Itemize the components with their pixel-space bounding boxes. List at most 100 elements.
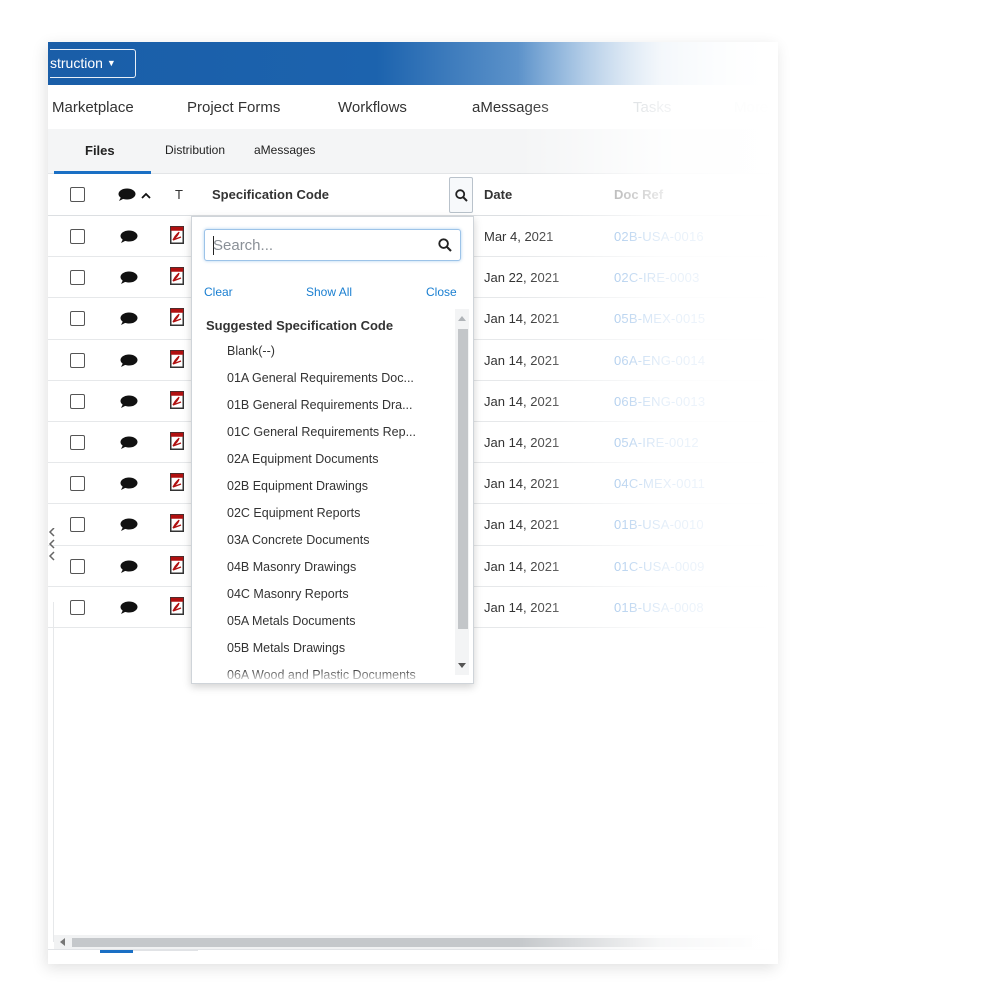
row-date: Jan 14, 2021	[484, 558, 560, 574]
nav-item-workflows[interactable]: Workflows	[338, 99, 407, 116]
clear-link[interactable]: Clear	[204, 285, 233, 299]
pdf-file-icon[interactable]	[170, 267, 184, 290]
row-checkbox[interactable]	[70, 558, 85, 574]
row-doc-ref[interactable]: 01B-USA-0008	[614, 600, 704, 615]
pdf-file-icon[interactable]	[170, 349, 184, 373]
spec-code-option[interactable]: 04B Masonry Drawings	[192, 557, 454, 584]
spec-code-option[interactable]: 01C General Requirements Rep...	[192, 422, 454, 449]
nav-item-project-forms[interactable]: Project Forms	[187, 99, 280, 116]
row-checkbox[interactable]	[70, 517, 85, 533]
comment-icon[interactable]	[120, 312, 138, 331]
pdf-file-icon[interactable]	[170, 226, 184, 249]
row-checkbox[interactable]	[70, 599, 85, 615]
row-doc-ref[interactable]: 06B-ENG-0013	[614, 394, 705, 409]
spec-code-filter-dropdown: Clear Show All Close Suggested Specifica…	[191, 216, 474, 684]
doc-ref-column-header[interactable]: Doc Ref	[614, 187, 663, 202]
project-dropdown[interactable]: struction ▼	[50, 49, 136, 78]
tab-files[interactable]: Files	[85, 143, 115, 158]
options-scrollbar[interactable]	[455, 309, 469, 675]
row-date: Jan 14, 2021	[484, 352, 560, 368]
comment-icon[interactable]	[120, 477, 138, 496]
row-doc-ref[interactable]: 05B-MEX-0015	[614, 311, 705, 326]
row-doc-ref[interactable]: 06A-ENG-0014	[614, 353, 705, 368]
row-doc-ref[interactable]: 01C-USA-0009	[614, 559, 705, 574]
close-link[interactable]: Close	[426, 285, 457, 299]
pdf-file-icon[interactable]	[170, 431, 184, 455]
spec-code-option[interactable]: 02A Equipment Documents	[192, 449, 454, 476]
pdf-file-icon[interactable]	[170, 390, 184, 414]
spec-code-option[interactable]: Blank(--)	[192, 341, 454, 368]
row-checkbox[interactable]	[70, 434, 85, 450]
row-date: Jan 14, 2021	[484, 434, 560, 450]
spec-code-option[interactable]: 02B Equipment Drawings	[192, 476, 454, 503]
pdf-file-icon[interactable]	[170, 555, 184, 579]
row-date: Jan 22, 2021	[484, 270, 560, 286]
search-icon	[455, 189, 468, 202]
comment-icon[interactable]	[120, 395, 138, 414]
tab-distribution[interactable]: Distribution	[165, 143, 225, 157]
comment-icon[interactable]	[120, 230, 138, 249]
scroll-down-arrow-icon[interactable]	[458, 663, 466, 668]
spec-code-option[interactable]: 01A General Requirements Doc...	[192, 368, 454, 395]
bottom-active-tab[interactable]	[100, 950, 133, 953]
row-date: Mar 4, 2021	[484, 229, 554, 244]
show-all-link[interactable]: Show All	[306, 285, 352, 299]
pdf-file-icon[interactable]	[170, 308, 184, 331]
spec-code-option[interactable]: 05B Metals Drawings	[192, 638, 454, 665]
filter-search-input[interactable]	[213, 234, 423, 256]
horizontal-scrollbar-thumb[interactable]	[72, 938, 752, 947]
project-dropdown-label: struction	[50, 55, 103, 71]
filter-actions: Clear Show All Close	[204, 285, 462, 301]
spec-code-option[interactable]: 03A Concrete Documents	[192, 530, 454, 557]
nav-item-tasks[interactable]: Tasks	[633, 99, 671, 116]
collapse-handle-icon[interactable]	[48, 527, 56, 573]
pdf-file-icon[interactable]	[170, 596, 184, 620]
nav-item-marketplace[interactable]: Marketplace	[52, 99, 134, 116]
pdf-file-icon[interactable]	[170, 514, 184, 537]
pdf-file-icon[interactable]	[170, 473, 184, 496]
spec-code-column-header[interactable]: Specification Code	[212, 187, 329, 202]
row-doc-ref[interactable]: 05A-IRE-0012	[614, 435, 699, 450]
select-all-checkbox[interactable]	[70, 187, 85, 202]
row-doc-ref[interactable]: 04C-MEX-0011	[614, 476, 705, 491]
panel-divider	[53, 602, 54, 942]
bottom-tab[interactable]	[133, 950, 198, 951]
sort-ascending-icon[interactable]	[141, 188, 151, 206]
comment-icon[interactable]	[120, 560, 138, 579]
row-date: Jan 14, 2021	[484, 311, 560, 327]
nav-item-more[interactable]: More	[734, 99, 768, 116]
column-filter-button[interactable]	[449, 177, 473, 213]
row-doc-ref[interactable]: 02C-IRE-0003	[614, 270, 700, 285]
row-checkbox[interactable]	[70, 476, 85, 492]
scroll-up-arrow-icon[interactable]	[458, 316, 466, 321]
comment-icon[interactable]	[120, 601, 138, 620]
row-checkbox[interactable]	[70, 393, 85, 409]
scrollbar-thumb[interactable]	[458, 329, 468, 629]
comment-icon[interactable]	[120, 271, 138, 290]
scroll-left-arrow-icon[interactable]	[60, 938, 65, 946]
row-checkbox[interactable]	[70, 229, 85, 244]
row-date: Jan 14, 2021	[484, 393, 560, 409]
search-icon[interactable]	[438, 238, 452, 252]
row-checkbox[interactable]	[70, 270, 85, 286]
spec-code-option[interactable]: 05A Metals Documents	[192, 611, 454, 638]
comment-icon[interactable]	[120, 518, 138, 537]
date-column-header[interactable]: Date	[484, 187, 512, 202]
row-date: Jan 14, 2021	[484, 599, 560, 615]
row-checkbox[interactable]	[70, 311, 85, 327]
tab-amessages[interactable]: aMessages	[254, 143, 315, 157]
comment-header-icon[interactable]	[118, 188, 136, 207]
spec-code-option[interactable]: 02C Equipment Reports	[192, 503, 454, 530]
spec-code-option[interactable]: 04C Masonry Reports	[192, 584, 454, 611]
type-column-header[interactable]: T	[175, 187, 183, 202]
row-doc-ref[interactable]: 02B-USA-0016	[614, 229, 704, 244]
suggested-list-title: Suggested Specification Code	[206, 318, 394, 333]
filter-search-box[interactable]	[204, 229, 461, 261]
comment-icon[interactable]	[120, 354, 138, 373]
spec-code-option[interactable]: 01B General Requirements Dra...	[192, 395, 454, 422]
nav-item-amessages[interactable]: aMessages	[472, 99, 549, 116]
comment-icon[interactable]	[120, 436, 138, 455]
row-checkbox[interactable]	[70, 352, 85, 368]
row-doc-ref[interactable]: 01B-USA-0010	[614, 517, 704, 532]
horizontal-scrollbar[interactable]	[54, 935, 778, 949]
